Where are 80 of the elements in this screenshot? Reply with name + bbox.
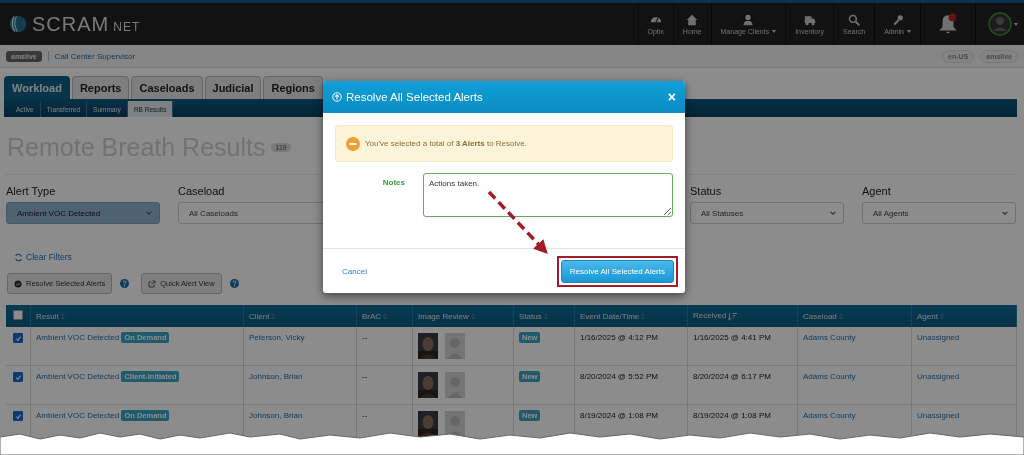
resolve-all-button[interactable]: Resolve All Selected Alerts: [560, 259, 674, 283]
filter-dropdown[interactable]: Ambient VOC Detected: [6, 202, 160, 224]
clear-filters-link[interactable]: Clear Filters: [14, 252, 72, 262]
avatar-icon: [988, 12, 1012, 36]
agent-link[interactable]: Unassigned: [917, 411, 960, 420]
column-header[interactable]: Caseload: [803, 311, 837, 321]
filter-dropdown[interactable]: All Agents: [862, 202, 1016, 224]
person-icon: [742, 13, 755, 26]
table-cell: 8/20/2024 @ 5:52 PM: [580, 372, 658, 381]
chevron-down-icon: [829, 209, 837, 217]
column-header[interactable]: Result: [36, 311, 59, 321]
agent-link[interactable]: Unassigned: [917, 372, 960, 381]
table-cell: 8/19/2024 @ 1:08 PM: [580, 411, 658, 420]
table-cell: --: [362, 372, 368, 381]
column-header[interactable]: Agent: [917, 311, 938, 321]
no-image-icon: [445, 411, 465, 437]
row-checkbox[interactable]: [13, 372, 23, 382]
brand-suffix: NET: [113, 19, 141, 34]
column-header[interactable]: Event Date/Time: [580, 311, 640, 321]
client-link[interactable]: Johnson, Brian: [249, 411, 303, 420]
column-header[interactable]: Image Review: [418, 311, 469, 321]
warning-text: You've selected a total of 3 Alerts to Resolve.: [365, 139, 527, 148]
wrench-icon: [891, 13, 904, 26]
table-cell: --: [362, 333, 368, 342]
result-link[interactable]: Ambient VOC Detected: [36, 372, 120, 381]
caseload-link[interactable]: Adams County: [803, 372, 856, 381]
no-image-icon: [445, 333, 465, 359]
help-icon[interactable]: [120, 279, 130, 288]
tab[interactable]: Reports: [71, 76, 130, 99]
caret-icon: [1014, 22, 1018, 26]
truck-icon: [803, 13, 816, 26]
client-link[interactable]: Peterson, Vicky: [249, 333, 305, 342]
tab[interactable]: Regions: [263, 76, 323, 99]
home-icon: [686, 13, 699, 26]
caseload-link[interactable]: Adams County: [803, 333, 856, 342]
notes-label: Notes: [381, 177, 405, 189]
filter-label: Caseload: [178, 185, 226, 197]
row-checkbox[interactable]: [13, 333, 23, 343]
no-image-icon: [445, 372, 465, 398]
modal-title: Resolve All Selected Alerts: [346, 91, 484, 103]
logo-icon: [8, 13, 28, 35]
minus-circle-icon: [346, 136, 360, 151]
external-link-icon: [148, 279, 157, 288]
search-icon: [848, 13, 861, 26]
upload-circle-icon: [332, 92, 342, 102]
tab[interactable]: Workload: [4, 76, 70, 99]
filter-label: Agent: [862, 185, 892, 197]
row-checkbox[interactable]: [13, 411, 23, 421]
chevron-down-icon: [1001, 209, 1009, 217]
role-link[interactable]: Call Center Supervisor: [54, 51, 136, 61]
column-header[interactable]: Received: [693, 311, 727, 321]
help-icon[interactable]: [229, 279, 239, 288]
refresh-icon: [14, 252, 23, 262]
result-link[interactable]: Ambient VOC Detected: [36, 333, 120, 342]
column-header[interactable]: Status: [519, 311, 542, 321]
filter-dropdown[interactable]: All Statuses: [690, 202, 844, 224]
agent-link[interactable]: Unassigned: [917, 333, 960, 342]
close-button[interactable]: ×: [667, 89, 676, 105]
column-header[interactable]: BrAC: [362, 311, 382, 321]
table-cell: 1/16/2025 @ 4:41 PM: [693, 333, 771, 342]
table-cell: 8/19/2024 @ 1:08 PM: [693, 411, 771, 420]
brand-name: SCRAM: [32, 12, 110, 36]
filter-label: Alert Type: [6, 185, 57, 197]
cancel-link[interactable]: Cancel: [342, 266, 367, 276]
check-circle-icon: [14, 279, 22, 288]
select-all-checkbox[interactable]: [13, 310, 23, 320]
column-header[interactable]: Client: [249, 311, 270, 321]
table-cell: --: [362, 411, 368, 420]
tab[interactable]: Judicial: [204, 76, 262, 99]
caseload-link[interactable]: Adams County: [803, 411, 856, 420]
annotation-arrow: [487, 190, 548, 255]
table-cell: 1/16/2025 @ 4:12 PM: [580, 333, 658, 342]
tab[interactable]: Caseloads: [131, 76, 203, 99]
client-link[interactable]: Johnson, Brian: [249, 372, 303, 381]
result-link[interactable]: Ambient VOC Detected: [36, 411, 120, 420]
table-cell: 8/20/2024 @ 6:17 PM: [693, 372, 771, 381]
notes-field[interactable]: Actions taken.: [423, 173, 673, 217]
bell-icon: [937, 13, 959, 35]
chevron-down-icon: [145, 209, 153, 217]
filter-label: Status: [690, 185, 723, 197]
